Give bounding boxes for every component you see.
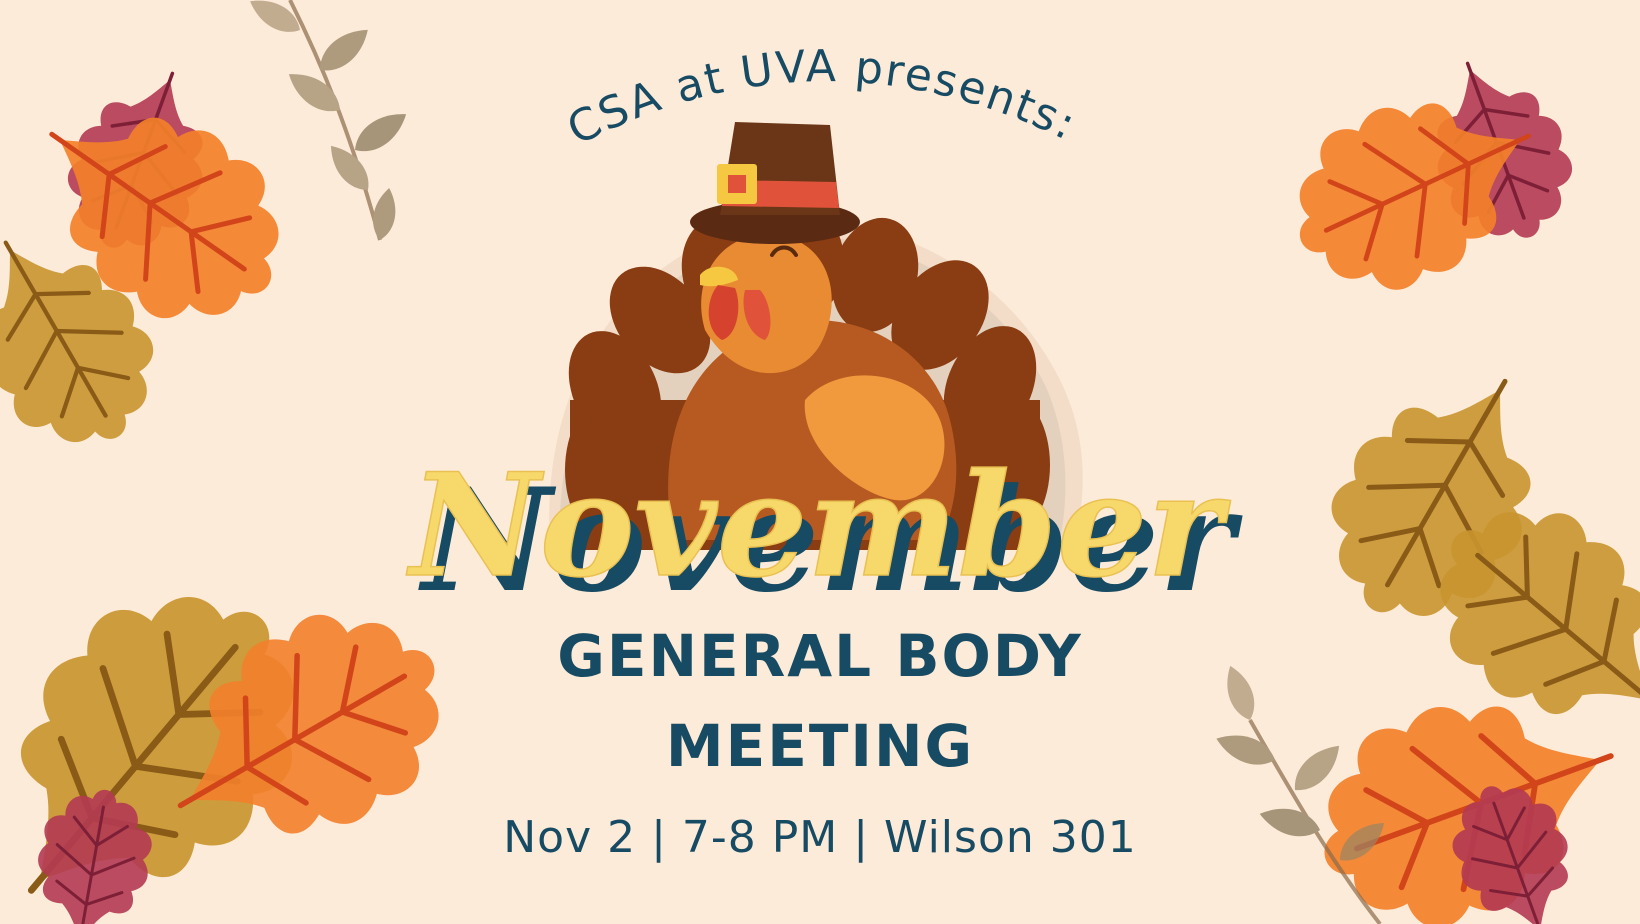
subtitle-line-2: MEETING	[665, 712, 975, 780]
month-title-art: November November	[405, 442, 1243, 624]
subtitle-line-1: GENERAL BODY	[557, 622, 1083, 690]
month-title: November	[406, 443, 1231, 609]
event-details: Nov 2 | 7-8 PM | Wilson 301	[503, 812, 1137, 863]
event-poster: CSA at UVA presents: November November G…	[0, 0, 1640, 924]
